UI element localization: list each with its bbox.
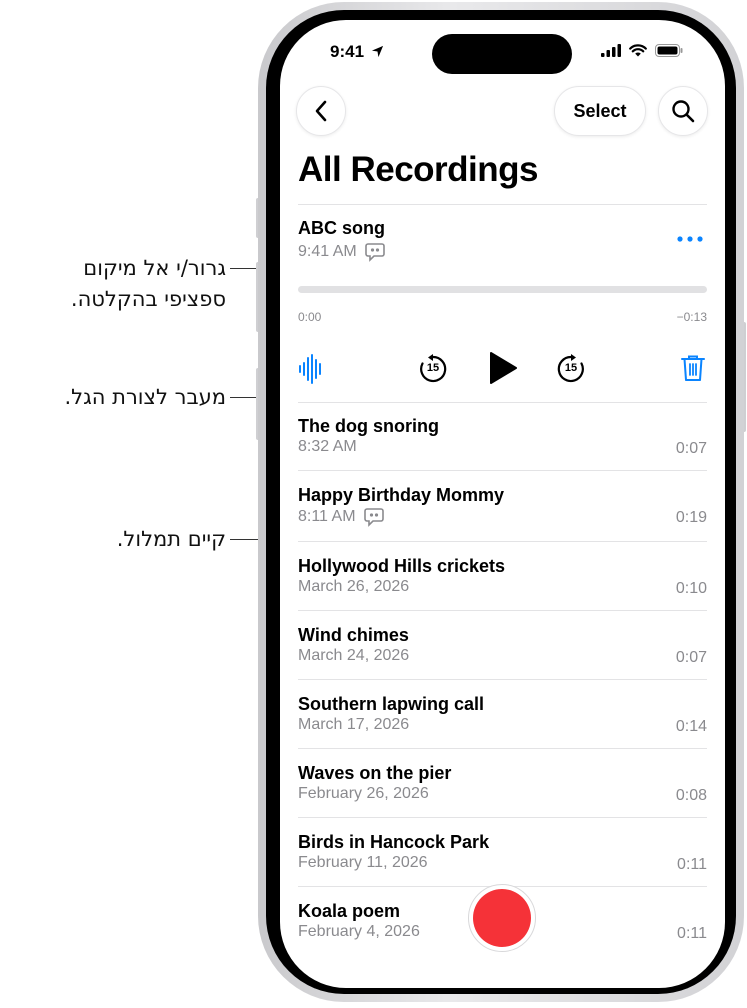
battery-icon [655,44,683,57]
recording-meta: March 17, 2026 [298,716,409,734]
cellular-signal-icon [601,44,621,57]
remaining-time: −0:13 [676,310,707,324]
recording-duration: 0:08 [675,787,707,804]
selected-divider [298,402,707,403]
skip-back-button[interactable]: 15 [418,354,448,384]
waveform-button[interactable] [298,354,326,384]
wifi-icon [629,44,647,57]
location-arrow-icon [371,45,383,58]
recording-meta: 8:11 AM [298,507,384,527]
row-divider [298,679,707,680]
status-time-text: 9:41 [330,42,365,61]
callout-scrub: גרור/י אל מיקום ספציפי בהקלטה. [71,253,226,315]
recording-duration: 0:19 [675,509,707,526]
phone-screen: 9:41 Select All Recordings ABC song 9:41… [280,20,725,988]
recording-meta: March 24, 2026 [298,647,409,665]
recording-date: February 26, 2026 [298,785,429,802]
elapsed-time: 0:00 [298,310,322,324]
record-dot [473,889,531,947]
record-button[interactable] [468,884,536,952]
recording-name: Southern lapwing call [298,694,485,714]
recording-duration: 0:07 [675,440,707,457]
quote-bubble-icon [363,508,384,527]
recording-name: Waves on the pier [298,763,452,783]
recording-duration: 0:11 [677,925,707,942]
row-divider [298,817,707,818]
back-button[interactable] [296,86,346,136]
recording-meta: February 11, 2026 [298,854,428,872]
recording-date: February 11, 2026 [298,854,428,871]
more-options-button[interactable] [677,230,707,248]
trash-icon [681,355,705,381]
recording-name: Happy Birthday Mommy [298,485,505,505]
recording-duration: 0:07 [675,649,707,666]
waveform-icon [299,354,321,384]
recording-meta: February 26, 2026 [298,785,429,803]
dynamic-island [432,34,572,74]
playback-scrubber[interactable] [298,286,707,293]
recording-meta: March 26, 2026 [298,578,409,596]
page-title: All Recordings [298,150,538,189]
recording-date: March 24, 2026 [298,647,410,664]
row-divider [298,748,707,749]
row-divider [298,541,707,542]
recording-duration: 0:10 [675,580,707,597]
quote-bubble-icon [364,243,385,262]
recording-date: 8:11 AM [298,508,356,525]
chevron-left-icon [315,100,327,122]
recording-name: Wind chimes [298,625,409,645]
recording-name: The dog snoring [298,416,439,436]
recording-date: March 26, 2026 [298,578,410,595]
play-button[interactable] [488,351,518,385]
recording-name: Hollywood Hills crickets [298,556,506,576]
ellipsis-icon [677,236,703,242]
search-button[interactable] [658,86,708,136]
callout-waveform: מעבר לצורת הגל. [64,385,226,409]
recording-date: 8:32 AM [298,438,357,455]
skip-back-seconds: 15 [426,362,440,374]
callout-scrub-line1: גרור/י אל מיקום [83,256,226,280]
recording-duration: 0:11 [677,856,707,873]
title-divider [298,204,707,205]
recording-name: Birds in Hancock Park [298,832,490,852]
callout-transcript: קיים תמלול. [116,527,226,551]
row-divider [298,470,707,471]
recording-time: 9:41 AM [298,243,357,260]
play-icon [490,352,517,384]
skip-forward-seconds: 15 [564,362,578,374]
status-indicators [601,44,683,57]
status-time: 9:41 [330,42,384,62]
recording-name: Koala poem [298,901,401,921]
recording-name: ABC song [298,218,385,238]
skip-forward-button[interactable]: 15 [556,354,586,384]
delete-button[interactable] [681,354,707,382]
recording-meta: February 4, 2026 [298,923,420,941]
recording-meta: 9:41 AM [298,242,385,262]
select-button[interactable]: Select [554,86,646,136]
row-divider [298,610,707,611]
recording-duration: 0:14 [675,718,707,735]
recording-date: February 4, 2026 [298,923,420,940]
recording-meta: 8:32 AM [298,438,357,456]
magnifier-icon [672,100,695,123]
callout-scrub-line2: ספציפי בהקלטה. [70,287,226,311]
recording-date: March 17, 2026 [298,716,410,733]
